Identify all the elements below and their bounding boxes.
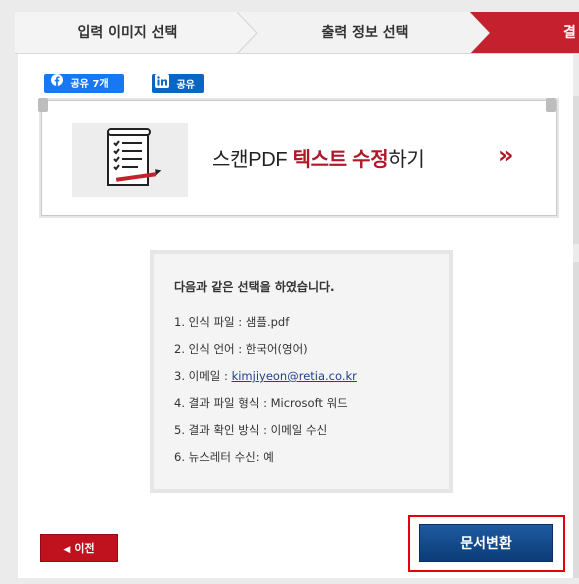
email-link[interactable]: kimjiyeon@retia.co.kr [232,369,357,383]
triangle-left-icon: ◀ [63,545,71,555]
step-2-output-info[interactable]: 출력 정보 선택 [255,12,475,54]
summary-item-delivery: 5. 결과 확인 방식 : 이메일 수신 [174,423,328,437]
banner-arrow-icon[interactable]: » [498,141,514,169]
slogan-part-2: 하기 [388,149,425,171]
document-checklist-icon [107,128,162,186]
slogan-highlight: 텍스트 수정 [292,149,389,171]
banner-slogan: 스캔PDF 텍스트 수정하기 [212,143,425,172]
linkedin-share-label: 공유 [176,79,195,91]
side-panel-edge [573,96,579,244]
convert-button-highlight: 문서변환 [408,515,565,572]
side-panel-edge-2 [573,262,579,578]
step-1-input-image[interactable]: 입력 이미지 선택 [15,12,240,54]
slogan-part-1: 스캔PDF [212,149,293,171]
summary-item-newsletter: 6. 뉴스레터 수신: 예 [174,450,274,464]
summary-title: 다음과 같은 선택을 하였습니다. [174,280,335,294]
facebook-share-label: 공유 7개 [70,78,109,90]
step-3-result[interactable]: 결 [563,12,579,54]
previous-button[interactable]: ◀ 이전 [40,534,118,562]
scan-pdf-edit-banner[interactable]: 스캔PDF 텍스트 수정하기 » [41,100,557,216]
summary-item-email: 3. 이메일 : kimjiyeon@retia.co.kr [174,369,357,383]
convert-document-button[interactable]: 문서변환 [419,524,553,562]
previous-button-label: 이전 [74,542,95,555]
summary-item-format: 4. 결과 파일 형식 : Microsoft 워드 [174,396,348,410]
linkedin-share-button[interactable]: 공유 [152,74,204,93]
pin-left-icon [38,98,48,112]
facebook-share-button[interactable]: 공유 7개 [44,74,124,93]
linkedin-icon [155,74,169,95]
pin-right-icon [546,98,556,112]
facebook-icon [51,74,63,93]
summary-item-language: 2. 인식 언어 : 한국어(영어) [174,342,308,356]
step-navigation: 입력 이미지 선택 출력 정보 선택 결 [15,12,579,54]
banner-thumbnail [72,123,188,197]
summary-item-file: 1. 인식 파일 : 샘플.pdf [174,315,290,329]
